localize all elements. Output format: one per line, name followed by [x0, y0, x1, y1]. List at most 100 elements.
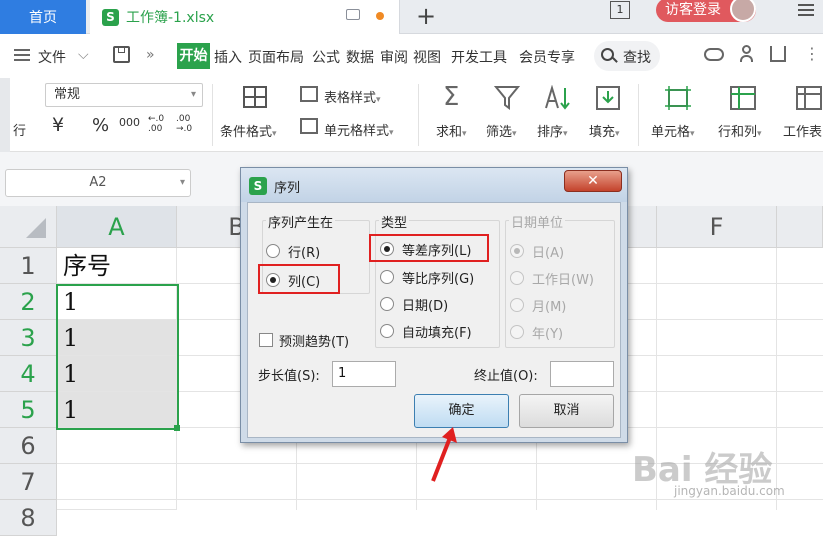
row-label[interactable]: 行 [13, 120, 26, 139]
cell-a6[interactable] [57, 428, 177, 464]
row-header-4[interactable]: 4 [0, 356, 57, 392]
hamburger-icon[interactable] [14, 49, 30, 61]
radio-autofill-label[interactable]: 自动填充(F) [402, 322, 472, 341]
save-icon[interactable] [113, 46, 130, 63]
decrease-decimal-button[interactable]: .00 →.0 [176, 114, 192, 134]
spreadsheet-icon: S [102, 9, 119, 26]
menu-review[interactable]: 审阅 [380, 47, 408, 67]
ribbon-toolbar: 行 常规 ▾ ¥ % 000 ←.0 .00 .00 →.0 条件格式▾ 表格样… [0, 78, 823, 152]
currency-button[interactable]: ¥ [52, 114, 64, 136]
row-header-7[interactable]: 7 [0, 464, 57, 500]
radio-year-label[interactable]: 年(Y) [532, 323, 563, 342]
menu-page-layout[interactable]: 页面布局 [248, 47, 304, 67]
row-header-6[interactable]: 6 [0, 428, 57, 464]
cell-a8[interactable] [57, 500, 177, 510]
step-value-input[interactable]: 1 [332, 361, 396, 387]
stop-value-label: 终止值(O): [474, 369, 538, 384]
tab-home[interactable]: 首页 [0, 0, 86, 34]
menu-insert[interactable]: 插入 [214, 47, 242, 67]
filter-icon [494, 86, 520, 110]
annotation-arrow-icon [431, 427, 457, 482]
radio-year[interactable] [510, 325, 524, 339]
menu-developer[interactable]: 开发工具 [451, 47, 507, 67]
cell-a1[interactable]: 序号 [57, 248, 177, 284]
stop-value-input[interactable] [550, 361, 614, 387]
radio-growth[interactable] [380, 270, 394, 284]
search-label: 查找 [623, 50, 651, 66]
cell-style-button[interactable]: 单元格样式▾ [324, 120, 394, 139]
radio-month[interactable] [510, 298, 524, 312]
radio-date-label[interactable]: 日期(D) [402, 295, 448, 314]
row-header-2[interactable]: 2 [0, 284, 57, 320]
radio-month-label[interactable]: 月(M) [532, 296, 566, 315]
ok-button[interactable]: 确定 [414, 394, 509, 428]
more-icon[interactable]: » [146, 47, 155, 63]
menu-start[interactable]: 开始 [177, 43, 210, 69]
add-user-icon[interactable] [740, 45, 756, 63]
row-header-5[interactable]: 5 [0, 392, 57, 428]
cell-a7[interactable] [57, 464, 177, 500]
filter-button[interactable]: 筛选▾ [486, 121, 517, 140]
select-all-corner[interactable] [0, 206, 57, 248]
trend-label[interactable]: 预测趋势(T) [279, 331, 349, 350]
cancel-button[interactable]: 取消 [519, 394, 614, 428]
fill-button[interactable]: 填充▾ [589, 121, 620, 140]
close-button[interactable]: ✕ [564, 170, 622, 192]
menu-data[interactable]: 数据 [346, 47, 374, 67]
radio-weekday[interactable] [510, 271, 524, 285]
menu-view[interactable]: 视图 [413, 47, 441, 67]
radio-date[interactable] [380, 297, 394, 311]
search-button[interactable]: 查找 [594, 41, 660, 71]
cell-button[interactable]: 单元格▾ [651, 121, 695, 140]
tab-workbook[interactable]: S 工作簿-1.xlsx [90, 0, 400, 34]
app-menu-icon[interactable] [798, 4, 814, 16]
radio-weekday-label[interactable]: 工作日(W) [532, 269, 594, 288]
table-style-label: 表格样式 [324, 91, 377, 106]
thousands-button[interactable]: 000 [119, 116, 140, 129]
group-type-label: 类型 [379, 212, 410, 231]
cell-style-label: 单元格样式 [324, 124, 390, 139]
column-header-a[interactable]: A [57, 206, 177, 248]
table-style-button[interactable]: 表格样式▾ [324, 87, 381, 106]
cloud-icon[interactable] [704, 48, 724, 61]
more-dots-icon[interactable]: ⋮ [804, 44, 820, 63]
chevron-down-icon[interactable]: ⌵ [78, 47, 89, 63]
radio-autofill[interactable] [380, 324, 394, 338]
radio-day[interactable] [510, 244, 524, 258]
sum-button[interactable]: 求和▾ [436, 121, 467, 140]
cell-icon [665, 86, 691, 110]
row-col-icon [730, 86, 756, 110]
conditional-format-button[interactable]: 条件格式▾ [220, 121, 277, 140]
new-tab-button[interactable]: + [416, 2, 436, 30]
column-header-g[interactable] [777, 206, 823, 248]
monitor-icon[interactable] [346, 9, 360, 20]
row-col-button[interactable]: 行和列▾ [718, 121, 762, 140]
radio-rows[interactable] [266, 244, 280, 258]
share-icon[interactable] [770, 46, 786, 62]
menu-file[interactable]: 文件 [38, 47, 66, 67]
trend-checkbox[interactable] [259, 333, 273, 347]
row-header-3[interactable]: 3 [0, 320, 57, 356]
worksheet-button[interactable]: 工作表 [783, 121, 822, 140]
row-header-8[interactable]: 8 [0, 500, 57, 536]
sort-button[interactable]: 排序▾ [537, 121, 568, 140]
percent-button[interactable]: % [92, 115, 109, 136]
row-header-1[interactable]: 1 [0, 248, 57, 284]
cell-style-icon [300, 118, 318, 134]
number-format-select[interactable]: 常规 ▾ [45, 83, 203, 107]
menu-formula[interactable]: 公式 [312, 47, 340, 67]
window-count-icon[interactable]: 1 [610, 1, 630, 19]
menu-member[interactable]: 会员专享 [519, 47, 575, 67]
ribbon-scroll-left[interactable] [0, 78, 10, 152]
column-header-f[interactable]: F [657, 206, 777, 248]
series-dialog: S 序列 ✕ 序列产生在 行(R) 列(C) 类型 等差序列(L) 等比序列(G… [240, 167, 628, 443]
name-box[interactable]: A2 ▾ [5, 169, 191, 197]
radio-day-label[interactable]: 日(A) [532, 242, 564, 261]
increase-decimal-button[interactable]: ←.0 .00 [148, 114, 164, 134]
radio-growth-label[interactable]: 等比序列(G) [402, 268, 474, 287]
dialog-body: 序列产生在 行(R) 列(C) 类型 等差序列(L) 等比序列(G) 日期(D)… [247, 202, 621, 438]
dialog-titlebar[interactable]: S 序列 ✕ [241, 168, 627, 202]
conditional-format-icon[interactable] [243, 86, 267, 108]
radio-rows-label[interactable]: 行(R) [288, 242, 320, 261]
fill-handle[interactable] [174, 425, 180, 431]
